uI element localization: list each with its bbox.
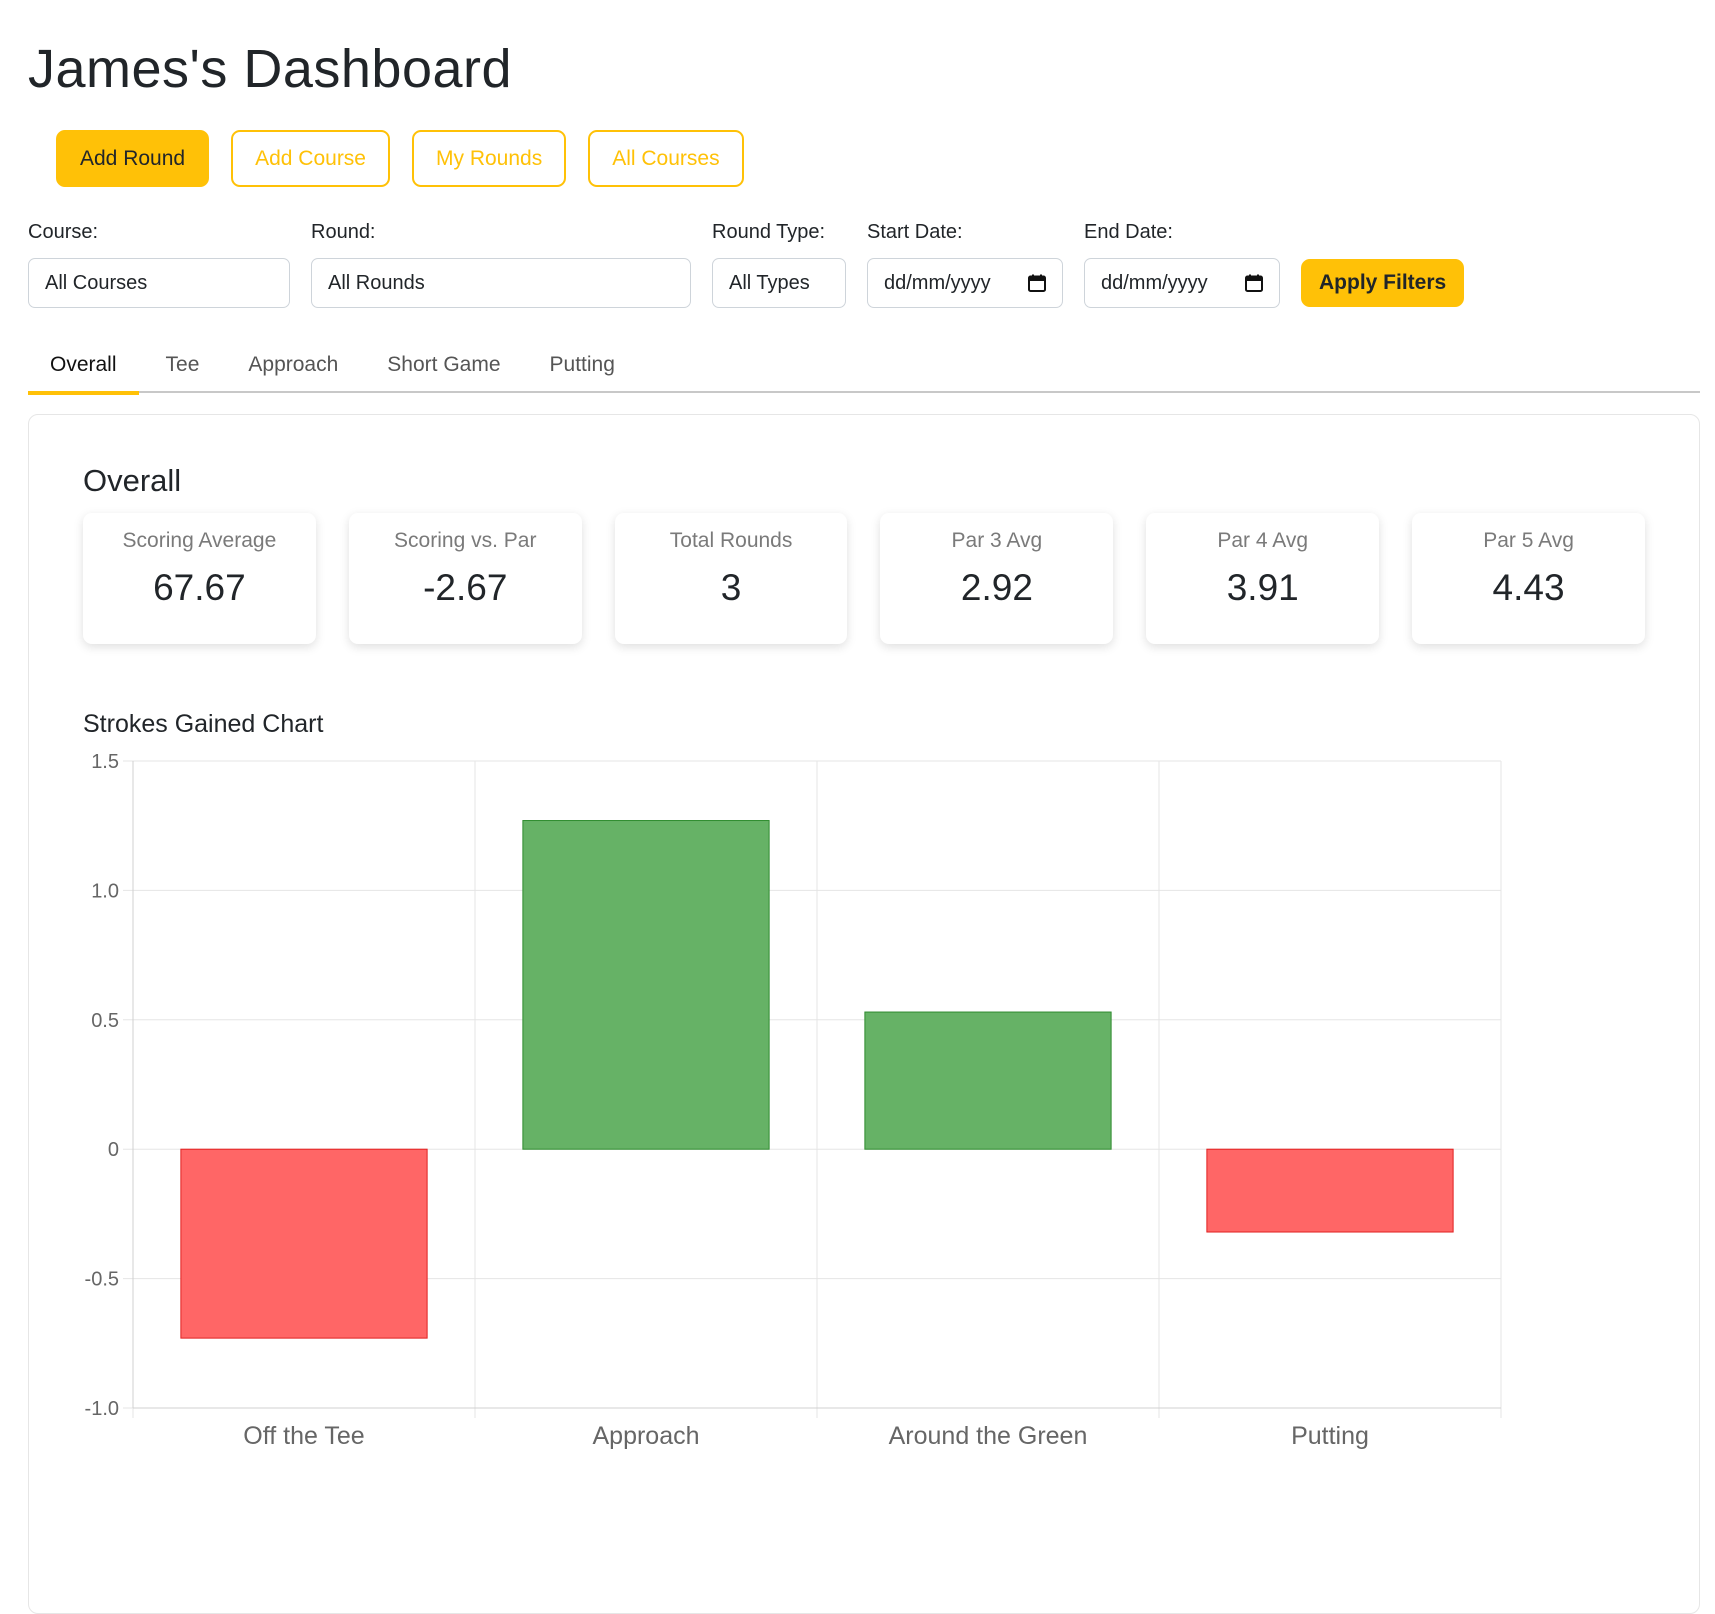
- round-select[interactable]: All Rounds: [311, 258, 691, 308]
- course-select-value: All Courses: [45, 271, 148, 294]
- add-course-button[interactable]: Add Course: [231, 130, 390, 187]
- end-date-placeholder: dd/mm/yyyy: [1101, 271, 1208, 294]
- apply-filters-button[interactable]: Apply Filters: [1301, 259, 1465, 307]
- bar-approach: [522, 820, 770, 1150]
- start-date-placeholder: dd/mm/yyyy: [884, 271, 991, 294]
- start-date-input[interactable]: dd/mm/yyyy: [867, 258, 1063, 308]
- round-type-filter-label: Round Type:: [712, 221, 826, 243]
- bar-putting: [1206, 1148, 1454, 1233]
- chart-title: Strokes Gained Chart: [83, 710, 324, 738]
- round-filter: Round: All Rounds: [311, 221, 691, 308]
- end-date-label: End Date:: [1084, 221, 1173, 243]
- stat-card-scoring-average: Scoring Average 67.67: [83, 513, 316, 644]
- stat-value: 2.92: [960, 567, 1033, 608]
- round-filter-label: Round:: [311, 221, 376, 243]
- round-type-filter: Round Type: All Types: [712, 221, 846, 308]
- y-tick-label: 0: [108, 1139, 119, 1161]
- y-tick-label: -1.0: [85, 1398, 119, 1420]
- round-type-select[interactable]: All Types: [712, 258, 846, 308]
- stat-card-par5-avg: Par 5 Avg 4.43: [1412, 513, 1645, 644]
- stat-value: 3: [720, 567, 742, 608]
- course-filter: Course: All Courses: [28, 221, 290, 308]
- add-round-button[interactable]: Add Round: [56, 130, 210, 187]
- stat-label: Scoring vs. Par: [394, 529, 537, 552]
- stat-value: -2.67: [423, 567, 508, 608]
- strokes-gained-chart-svg: -1.0 -0.5 0 0.5 1.0 1.5 Off the Tee Approach Aro…: [85, 751, 1502, 1450]
- dashboard-page: James's Dashboard Add Round Add Course M…: [0, 0, 1715, 1614]
- stat-card-par4-avg: Par 4 Avg 3.91: [1146, 513, 1380, 644]
- course-select[interactable]: All Courses: [28, 258, 290, 308]
- round-type-select-value: All Types: [729, 271, 810, 294]
- x-tick-label: Approach: [592, 1422, 699, 1450]
- stat-cards: Scoring Average 67.67 Scoring vs. Par -2…: [83, 513, 1645, 644]
- bar-around-the-green: [864, 1011, 1112, 1150]
- tab-approach[interactable]: Approach: [226, 336, 360, 393]
- y-tick-label: 1.0: [91, 880, 119, 902]
- stat-card-scoring-vs-par: Scoring vs. Par -2.67: [348, 513, 582, 644]
- stat-label: Par 5 Avg: [1483, 529, 1574, 552]
- stat-label: Par 4 Avg: [1217, 529, 1309, 552]
- y-tick-label: 0.5: [91, 1010, 119, 1032]
- section-title: Overall: [83, 463, 182, 498]
- start-date-label: Start Date:: [867, 221, 963, 243]
- page-title: James's Dashboard: [28, 39, 513, 99]
- stat-label: Scoring Average: [122, 529, 277, 552]
- stat-card-total-rounds: Total Rounds 3: [614, 513, 848, 644]
- tab-overall[interactable]: Overall: [28, 336, 139, 395]
- bar-off-the-tee: [180, 1148, 428, 1339]
- tab-putting[interactable]: Putting: [528, 336, 637, 393]
- x-tick-label: Off the Tee: [243, 1422, 364, 1450]
- stat-card-par3-avg: Par 3 Avg 2.92: [880, 513, 1114, 644]
- overall-panel: Overall Scoring Average 67.67 Scoring vs…: [28, 414, 1700, 1614]
- x-tick-label: Putting: [1291, 1422, 1369, 1450]
- calendar-icon[interactable]: [1245, 274, 1263, 292]
- stat-label: Par 3 Avg: [951, 529, 1043, 552]
- round-select-value: All Rounds: [328, 271, 425, 294]
- filter-bar: Course: All Courses Round: All Rounds Ro…: [28, 221, 1687, 308]
- all-courses-button[interactable]: All Courses: [588, 130, 744, 187]
- stat-label: Total Rounds: [669, 529, 793, 552]
- end-date-input[interactable]: dd/mm/yyyy: [1084, 258, 1280, 308]
- start-date-filter: Start Date: dd/mm/yyyy: [867, 221, 1063, 308]
- strokes-gained-chart: -1.0 -0.5 0 0.5 1.0 1.5 Off the Tee Approach Aro…: [29, 751, 1589, 1553]
- stat-value: 4.43: [1492, 567, 1565, 608]
- tab-tee[interactable]: Tee: [144, 336, 222, 393]
- end-date-filter: End Date: dd/mm/yyyy: [1084, 221, 1280, 308]
- my-rounds-button[interactable]: My Rounds: [412, 130, 567, 187]
- tab-short-game[interactable]: Short Game: [365, 336, 522, 393]
- stat-value: 67.67: [153, 567, 246, 608]
- x-tick-label: Around the Green: [889, 1422, 1088, 1450]
- y-tick-label: 1.5: [91, 753, 119, 773]
- course-filter-label: Course:: [28, 221, 99, 243]
- action-bar: Add Round Add Course My Rounds All Cours…: [56, 130, 1687, 187]
- calendar-icon[interactable]: [1028, 274, 1046, 292]
- y-tick-label: -0.5: [85, 1269, 119, 1291]
- stats-tabs: Overall Tee Approach Short Game Putting: [28, 336, 1700, 395]
- stat-value: 3.91: [1226, 567, 1299, 608]
